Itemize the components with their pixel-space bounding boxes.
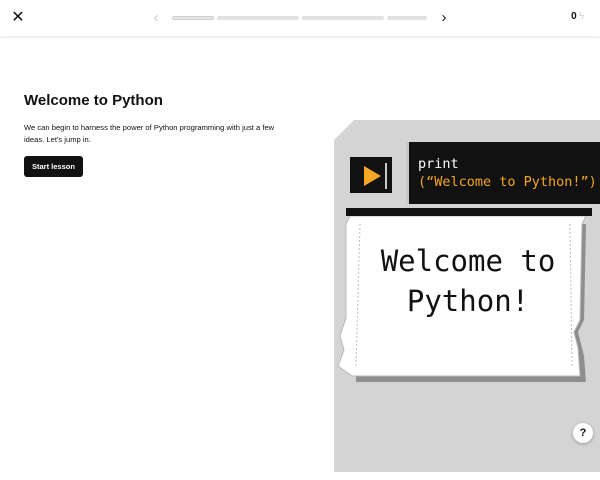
lesson-progress <box>172 16 428 20</box>
output-line-1: Welcome to <box>380 244 556 278</box>
page-title: Welcome to Python <box>24 92 163 109</box>
help-button[interactable]: ? <box>573 423 593 443</box>
bolt-icon: ϟ <box>578 11 584 22</box>
code-snippet: print (“Welcome to Python!”) <box>406 142 600 204</box>
lesson-intro: Welcome to Python We can begin to harnes… <box>24 92 284 177</box>
chevron-right-icon[interactable]: › <box>437 9 451 27</box>
lesson-description: We can begin to harness the power of Pyt… <box>24 123 275 144</box>
code-string: (“Welcome to Python!”) <box>418 174 597 190</box>
top-bar: ✕ ‹ › 0 ϟ <box>0 0 600 36</box>
printed-output: Welcome to Python! <box>358 241 578 321</box>
run-button-illustration <box>350 157 392 193</box>
progress-segment <box>387 16 427 20</box>
output-line-2: Python! <box>406 284 530 318</box>
progress-segment <box>172 16 214 20</box>
start-lesson-button[interactable]: Start lesson <box>24 156 83 177</box>
energy-counter[interactable]: 0 ϟ <box>571 11 584 22</box>
play-icon <box>364 166 381 186</box>
chevron-left-icon[interactable]: ‹ <box>149 9 163 27</box>
play-box-edge <box>385 163 387 189</box>
close-icon[interactable]: ✕ <box>10 10 26 26</box>
code-keyword: print <box>418 156 459 172</box>
energy-count: 0 <box>571 11 577 22</box>
python-illustration: print (“Welcome to Python!”) Welcome to … <box>334 120 600 472</box>
printer-slot <box>346 208 592 216</box>
progress-segment <box>302 16 384 20</box>
progress-segment <box>217 16 299 20</box>
